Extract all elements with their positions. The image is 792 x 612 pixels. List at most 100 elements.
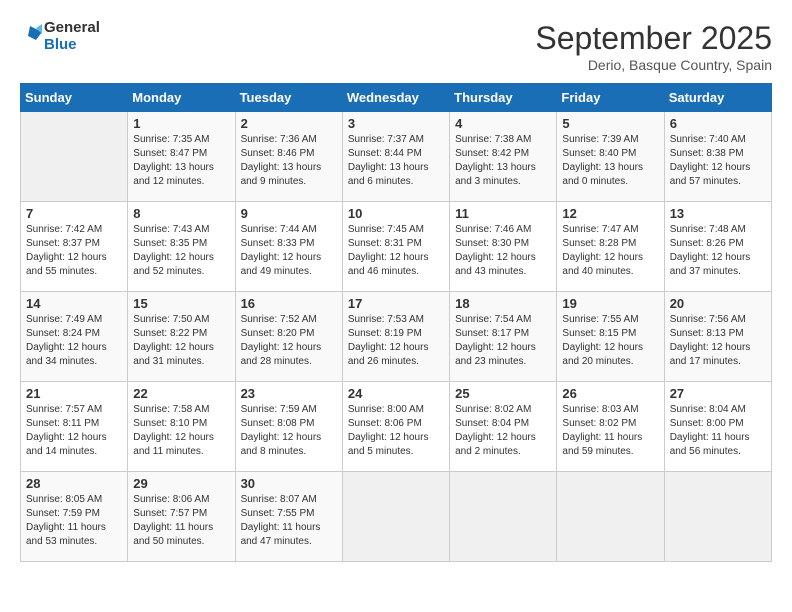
day-info: Sunrise: 7:37 AM Sunset: 8:44 PM Dayligh…	[348, 133, 444, 189]
calendar-cell: 8 Sunrise: 7:43 AM Sunset: 8:35 PM Daylig…	[128, 202, 235, 292]
calendar-cell: 17Sunrise: 7:53 AM Sunset: 8:19 PM Dayli…	[342, 292, 449, 382]
day-info: Sunrise: 8:04 AM Sunset: 8:00 PM Dayligh…	[670, 403, 766, 459]
day-info: Sunrise: 7:54 AM Sunset: 8:17 PM Dayligh…	[455, 313, 551, 369]
title-area: September 2025 Derio, Basque Country, Sp…	[535, 20, 772, 73]
calendar-week-row: 1 Sunrise: 7:35 AM Sunset: 8:47 PM Daylig…	[21, 112, 772, 202]
calendar-week-row: 14 Sunrise: 7:49 AM Sunset: 8:24 PM Dayli…	[21, 292, 772, 382]
day-number: 2	[241, 116, 337, 131]
day-number: 25	[455, 386, 551, 401]
calendar-cell: 22 Sunrise: 7:58 AM Sunset: 8:10 PM Dayli…	[128, 382, 235, 472]
calendar-week-row: 28Sunrise: 8:05 AM Sunset: 7:59 PM Dayli…	[21, 472, 772, 562]
calendar-cell: 16Sunrise: 7:52 AM Sunset: 8:20 PM Dayli…	[235, 292, 342, 382]
day-number: 11	[455, 206, 551, 221]
calendar-cell	[21, 112, 128, 202]
calendar-cell: 12 Sunrise: 7:47 AM Sunset: 8:28 PM Dayli…	[557, 202, 664, 292]
day-number: 5	[562, 116, 658, 131]
day-info: Sunrise: 7:47 AM Sunset: 8:28 PM Dayligh…	[562, 223, 658, 279]
day-number: 3	[348, 116, 444, 131]
day-number: 16	[241, 296, 337, 311]
calendar-cell	[557, 472, 664, 562]
day-info: Sunrise: 7:49 AM Sunset: 8:24 PM Dayligh…	[26, 313, 122, 369]
page-header: General Blue September 2025 Derio, Basqu…	[20, 20, 772, 73]
calendar-cell: 18 Sunrise: 7:54 AM Sunset: 8:17 PM Dayli…	[450, 292, 557, 382]
calendar-cell: 14 Sunrise: 7:49 AM Sunset: 8:24 PM Dayli…	[21, 292, 128, 382]
day-number: 30	[241, 476, 337, 491]
day-info: Sunrise: 7:59 AM Sunset: 8:08 PM Dayligh…	[241, 403, 337, 459]
column-header-monday: Monday	[128, 84, 235, 112]
day-info: Sunrise: 8:06 AM Sunset: 7:57 PM Dayligh…	[133, 493, 229, 549]
day-info: Sunrise: 8:07 AM Sunset: 7:55 PM Dayligh…	[241, 493, 337, 549]
calendar-cell: 27 Sunrise: 8:04 AM Sunset: 8:00 PM Dayli…	[664, 382, 771, 472]
day-info: Sunrise: 7:42 AM Sunset: 8:37 PM Dayligh…	[26, 223, 122, 279]
month-title: September 2025	[535, 20, 772, 57]
calendar-header-row: SundayMondayTuesdayWednesdayThursdayFrid…	[21, 84, 772, 112]
column-header-friday: Friday	[557, 84, 664, 112]
day-number: 13	[670, 206, 766, 221]
calendar-cell: 15Sunrise: 7:50 AM Sunset: 8:22 PM Dayli…	[128, 292, 235, 382]
calendar-cell: 1 Sunrise: 7:35 AM Sunset: 8:47 PM Daylig…	[128, 112, 235, 202]
calendar-cell: 4 Sunrise: 7:38 AM Sunset: 8:42 PM Daylig…	[450, 112, 557, 202]
day-number: 12	[562, 206, 658, 221]
day-number: 24	[348, 386, 444, 401]
calendar-cell: 26 Sunrise: 8:03 AM Sunset: 8:02 PM Dayli…	[557, 382, 664, 472]
day-info: Sunrise: 7:56 AM Sunset: 8:13 PM Dayligh…	[670, 313, 766, 369]
calendar-cell	[450, 472, 557, 562]
logo-blue: Blue	[44, 37, 100, 54]
day-number: 6	[670, 116, 766, 131]
location-subtitle: Derio, Basque Country, Spain	[535, 57, 772, 73]
day-info: Sunrise: 7:57 AM Sunset: 8:11 PM Dayligh…	[26, 403, 122, 459]
day-number: 19	[562, 296, 658, 311]
day-info: Sunrise: 7:46 AM Sunset: 8:30 PM Dayligh…	[455, 223, 551, 279]
calendar-cell: 28Sunrise: 8:05 AM Sunset: 7:59 PM Dayli…	[21, 472, 128, 562]
day-number: 21	[26, 386, 122, 401]
day-info: Sunrise: 8:02 AM Sunset: 8:04 PM Dayligh…	[455, 403, 551, 459]
column-header-saturday: Saturday	[664, 84, 771, 112]
calendar-cell: 9Sunrise: 7:44 AM Sunset: 8:33 PM Daylig…	[235, 202, 342, 292]
day-info: Sunrise: 7:45 AM Sunset: 8:31 PM Dayligh…	[348, 223, 444, 279]
day-info: Sunrise: 7:48 AM Sunset: 8:26 PM Dayligh…	[670, 223, 766, 279]
day-number: 4	[455, 116, 551, 131]
day-number: 7	[26, 206, 122, 221]
calendar-week-row: 7 Sunrise: 7:42 AM Sunset: 8:37 PM Daylig…	[21, 202, 772, 292]
day-number: 18	[455, 296, 551, 311]
calendar-cell: 20 Sunrise: 7:56 AM Sunset: 8:13 PM Dayli…	[664, 292, 771, 382]
day-info: Sunrise: 7:55 AM Sunset: 8:15 PM Dayligh…	[562, 313, 658, 369]
day-number: 14	[26, 296, 122, 311]
day-info: Sunrise: 7:35 AM Sunset: 8:47 PM Dayligh…	[133, 133, 229, 189]
day-info: Sunrise: 8:00 AM Sunset: 8:06 PM Dayligh…	[348, 403, 444, 459]
calendar-cell: 5 Sunrise: 7:39 AM Sunset: 8:40 PM Daylig…	[557, 112, 664, 202]
day-number: 26	[562, 386, 658, 401]
calendar-cell: 21 Sunrise: 7:57 AM Sunset: 8:11 PM Dayli…	[21, 382, 128, 472]
column-header-tuesday: Tuesday	[235, 84, 342, 112]
day-info: Sunrise: 7:43 AM Sunset: 8:35 PM Dayligh…	[133, 223, 229, 279]
day-info: Sunrise: 7:36 AM Sunset: 8:46 PM Dayligh…	[241, 133, 337, 189]
logo-bird-icon	[20, 24, 42, 50]
day-info: Sunrise: 8:03 AM Sunset: 8:02 PM Dayligh…	[562, 403, 658, 459]
day-number: 27	[670, 386, 766, 401]
day-number: 1	[133, 116, 229, 131]
calendar-cell: 6 Sunrise: 7:40 AM Sunset: 8:38 PM Daylig…	[664, 112, 771, 202]
day-number: 8	[133, 206, 229, 221]
calendar-cell: 30 Sunrise: 8:07 AM Sunset: 7:55 PM Dayli…	[235, 472, 342, 562]
calendar-cell: 10 Sunrise: 7:45 AM Sunset: 8:31 PM Dayli…	[342, 202, 449, 292]
day-info: Sunrise: 7:40 AM Sunset: 8:38 PM Dayligh…	[670, 133, 766, 189]
day-number: 23	[241, 386, 337, 401]
day-number: 28	[26, 476, 122, 491]
calendar-table: SundayMondayTuesdayWednesdayThursdayFrid…	[20, 83, 772, 562]
calendar-cell: 13 Sunrise: 7:48 AM Sunset: 8:26 PM Dayli…	[664, 202, 771, 292]
day-number: 22	[133, 386, 229, 401]
day-number: 9	[241, 206, 337, 221]
day-info: Sunrise: 7:38 AM Sunset: 8:42 PM Dayligh…	[455, 133, 551, 189]
calendar-cell: 29Sunrise: 8:06 AM Sunset: 7:57 PM Dayli…	[128, 472, 235, 562]
calendar-cell: 3 Sunrise: 7:37 AM Sunset: 8:44 PM Daylig…	[342, 112, 449, 202]
column-header-wednesday: Wednesday	[342, 84, 449, 112]
calendar-cell: 7 Sunrise: 7:42 AM Sunset: 8:37 PM Daylig…	[21, 202, 128, 292]
day-number: 17	[348, 296, 444, 311]
calendar-cell	[342, 472, 449, 562]
day-number: 10	[348, 206, 444, 221]
day-info: Sunrise: 7:39 AM Sunset: 8:40 PM Dayligh…	[562, 133, 658, 189]
day-number: 20	[670, 296, 766, 311]
day-number: 15	[133, 296, 229, 311]
day-info: Sunrise: 7:58 AM Sunset: 8:10 PM Dayligh…	[133, 403, 229, 459]
column-header-sunday: Sunday	[21, 84, 128, 112]
